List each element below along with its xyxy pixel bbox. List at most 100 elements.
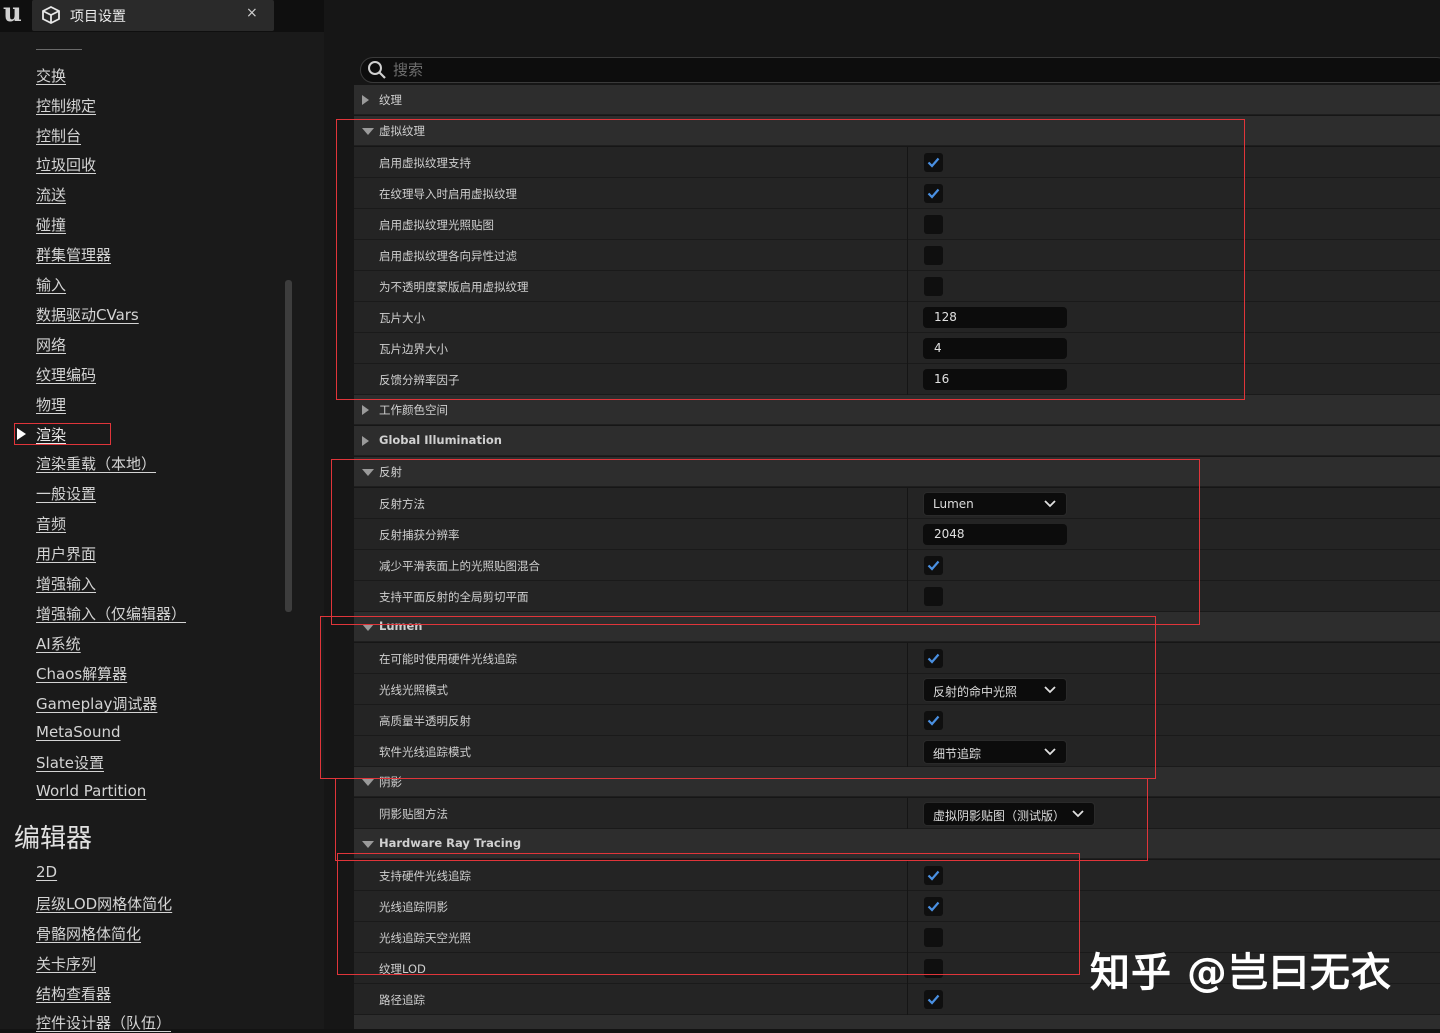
sidebar-item[interactable]: 控制绑定 xyxy=(36,95,96,116)
sidebar-item[interactable]: 数据驱动CVars xyxy=(36,304,139,325)
sidebar-item[interactable]: 输入 xyxy=(36,274,66,295)
section-hardware-ray-tracing[interactable]: Hardware Ray Tracing xyxy=(354,829,1440,859)
checkbox[interactable] xyxy=(924,928,943,947)
sidebar-item[interactable]: 用户界面 xyxy=(36,543,96,564)
close-icon[interactable]: × xyxy=(246,5,258,21)
collapse-arrow-icon xyxy=(362,624,374,631)
tile-size-input[interactable]: 128 xyxy=(923,307,1067,328)
checkbox[interactable] xyxy=(924,215,943,234)
checkbox[interactable] xyxy=(924,556,943,575)
checkmark-icon xyxy=(927,560,940,571)
section-texture[interactable]: 纹理 xyxy=(354,85,1440,115)
section-label: Global Illumination xyxy=(379,433,502,447)
setting-row: 启用虚拟纹理各向异性过滤 xyxy=(354,240,1440,271)
collapse-arrow-icon xyxy=(362,841,374,848)
setting-row: 启用虚拟纹理光照贴图 xyxy=(354,209,1440,240)
dropdown-value: 反射的命中光照 xyxy=(933,685,1018,699)
checkmark-icon xyxy=(927,901,940,912)
sidebar-item[interactable]: 网络 xyxy=(36,334,66,355)
sidebar-item[interactable]: Slate设置 xyxy=(36,752,104,773)
checkbox[interactable] xyxy=(924,587,943,606)
sidebar-item[interactable]: 音频 xyxy=(36,513,66,534)
setting-row: 瓦片边界大小 4 xyxy=(354,333,1440,364)
section-virtual-texture[interactable]: 虚拟纹理 xyxy=(354,116,1440,146)
chevron-down-icon xyxy=(1072,810,1084,818)
checkbox[interactable] xyxy=(924,711,943,730)
sidebar-item[interactable]: 渲染重载（本地） xyxy=(36,453,156,474)
sidebar-item[interactable]: 关卡序列 xyxy=(36,953,96,974)
feedback-factor-input[interactable]: 16 xyxy=(923,369,1067,390)
section-shadows[interactable]: 阴影 xyxy=(354,767,1440,797)
sidebar-item[interactable]: 垃圾回收 xyxy=(36,154,96,175)
sidebar-item[interactable]: 骨骼网格体简化 xyxy=(36,923,141,944)
reflection-method-dropdown[interactable]: Lumen xyxy=(923,492,1067,516)
expand-arrow-icon xyxy=(362,405,369,415)
search-input[interactable] xyxy=(393,60,1093,80)
sidebar-item[interactable]: Gameplay调试器 xyxy=(36,693,157,714)
sidebar-item[interactable]: 流送 xyxy=(36,184,66,205)
checkmark-icon xyxy=(927,994,940,1005)
checkbox[interactable] xyxy=(924,184,943,203)
sidebar-item[interactable]: Chaos解算器 xyxy=(36,663,127,684)
checkbox[interactable] xyxy=(924,277,943,296)
setting-row: 在纹理导入时启用虚拟纹理 xyxy=(354,178,1440,209)
sidebar-item[interactable]: 层级LOD网格体简化 xyxy=(36,893,172,914)
tile-border-input[interactable]: 4 xyxy=(923,338,1067,359)
checkbox[interactable] xyxy=(924,959,943,978)
section-lumen[interactable]: Lumen xyxy=(354,612,1440,642)
capture-resolution-input[interactable]: 2048 xyxy=(923,524,1067,545)
sidebar-item[interactable]: 交换 xyxy=(36,65,66,86)
setting-label: 光线追踪阴影 xyxy=(379,900,448,914)
section-working-color-space[interactable]: 工作颜色空间 xyxy=(354,395,1440,425)
setting-label: 高质量半透明反射 xyxy=(379,714,471,728)
settings-sidebar: 交换 控制绑定 控制台 垃圾回收 流送 碰撞 群集管理器 输入 数据驱动CVar… xyxy=(0,32,324,1032)
setting-row: 瓦片大小 128 xyxy=(354,302,1440,333)
sidebar-item[interactable]: 一般设置 xyxy=(36,483,96,504)
collapse-arrow-icon xyxy=(362,779,374,786)
setting-label: 支持平面反射的全局剪切平面 xyxy=(379,590,529,604)
tab-project-settings[interactable]: 项目设置 × xyxy=(32,0,274,31)
tab-label: 项目设置 xyxy=(70,9,126,25)
checkmark-icon xyxy=(927,188,940,199)
checkbox[interactable] xyxy=(924,246,943,265)
setting-row: 反馈分辨率因子 16 xyxy=(354,364,1440,395)
setting-row: 光线追踪阴影 xyxy=(354,891,1440,922)
sidebar-item[interactable]: 纹理编码 xyxy=(36,364,96,385)
setting-label: 软件光线追踪模式 xyxy=(379,745,471,759)
sidebar-item[interactable]: World Partition xyxy=(36,782,146,800)
sidebar-scrollbar[interactable] xyxy=(285,280,292,612)
sidebar-item[interactable]: 增强输入 xyxy=(36,573,96,594)
sidebar-item[interactable]: 2D xyxy=(36,863,57,881)
section-global-illumination[interactable]: Global Illumination xyxy=(354,426,1440,456)
setting-row: 高质量半透明反射 xyxy=(354,705,1440,736)
software-rt-mode-dropdown[interactable]: 细节追踪 xyxy=(923,740,1067,764)
shadow-map-method-dropdown[interactable]: 虚拟阴影贴图（测试版） xyxy=(923,802,1095,826)
checkbox[interactable] xyxy=(924,990,943,1009)
setting-row: 光线光照模式 反射的命中光照 xyxy=(354,674,1440,705)
sidebar-item-rendering[interactable]: 渲染 xyxy=(36,424,66,445)
sidebar-item[interactable]: 控件设计器（队伍） xyxy=(36,1012,171,1033)
setting-label: 瓦片边界大小 xyxy=(379,342,448,356)
checkbox[interactable] xyxy=(924,153,943,172)
sidebar-item[interactable]: 控制台 xyxy=(36,125,81,146)
sidebar-item[interactable]: 结构查看器 xyxy=(36,983,111,1004)
checkbox[interactable] xyxy=(924,866,943,885)
checkbox[interactable] xyxy=(924,897,943,916)
checkbox[interactable] xyxy=(924,649,943,668)
sidebar-item[interactable]: 物理 xyxy=(36,394,66,415)
sidebar-item[interactable]: 碰撞 xyxy=(36,214,66,235)
sidebar-item[interactable]: 群集管理器 xyxy=(36,244,111,265)
sidebar-item[interactable]: AI系统 xyxy=(36,633,81,654)
unreal-logo-icon: u xyxy=(3,0,22,28)
sidebar-item[interactable]: 增强输入（仅编辑器） xyxy=(36,603,186,624)
lighting-mode-dropdown[interactable]: 反射的命中光照 xyxy=(923,678,1067,702)
section-reflection[interactable]: 反射 xyxy=(354,457,1440,487)
search-icon xyxy=(368,61,386,79)
section-label: Lumen xyxy=(379,619,423,633)
section-label: 工作颜色空间 xyxy=(379,403,448,417)
setting-row: 减少平滑表面上的光照贴图混合 xyxy=(354,550,1440,581)
setting-row: 启用虚拟纹理支持 xyxy=(354,147,1440,178)
sidebar-item[interactable]: MetaSound xyxy=(36,723,120,741)
search-box[interactable] xyxy=(360,57,1440,83)
checkmark-icon xyxy=(927,870,940,881)
